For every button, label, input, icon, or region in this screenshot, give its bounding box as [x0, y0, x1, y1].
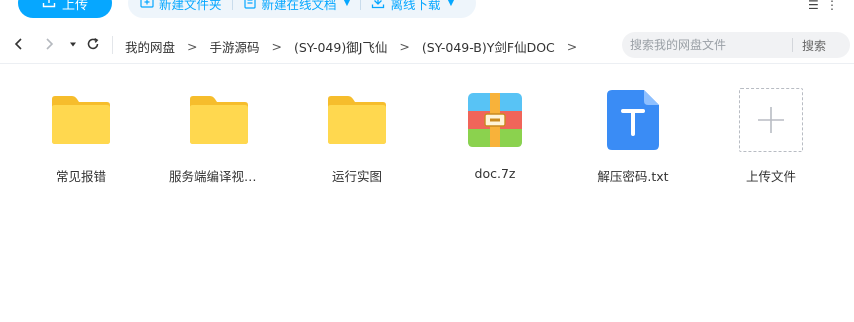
- chevron-left-icon: [12, 36, 26, 55]
- breadcrumb-separator: >: [566, 39, 578, 54]
- text-file-icon: [601, 88, 665, 152]
- toolbar-actions: 新建文件夹 新建在线文档 ▼ 离线下载 ▼: [128, 0, 476, 18]
- file-name: doc.7z: [474, 166, 516, 181]
- history-dropdown[interactable]: [64, 36, 82, 54]
- breadcrumb-separator: >: [187, 39, 198, 54]
- toolbar: 上传 新建文件夹 新建在线文档 ▼ 离线下载 ▼ ☰ ⋮: [0, 0, 854, 20]
- upload-icon: [42, 0, 56, 12]
- offline-download-button[interactable]: 离线下载 ▼: [371, 0, 454, 13]
- plus-icon: [739, 88, 803, 152]
- breadcrumb: 我的网盘 > 手游源码 > (SY-049)御J飞仙 > (SY-049-B)Y…: [125, 37, 589, 56]
- caret-down-icon: [66, 36, 80, 55]
- sort-icon[interactable]: ☰: [808, 0, 819, 12]
- nav-divider: [112, 36, 113, 54]
- file-item-folder[interactable]: 常见报错: [16, 88, 146, 198]
- search-input[interactable]: [622, 32, 792, 58]
- toolbar-divider: [360, 0, 362, 10]
- file-item-folder[interactable]: 服务端编译视频教程: [154, 88, 284, 198]
- forward-button[interactable]: [40, 36, 58, 54]
- document-icon: [243, 0, 257, 12]
- breadcrumb-item-sy049b-doc[interactable]: (SY-049-B)Y剑F仙DOC: [422, 37, 555, 56]
- file-name: 运行实图: [331, 169, 382, 184]
- upload-button-label: 上传: [61, 0, 88, 13]
- file-item-text[interactable]: 解压密码.txt: [568, 88, 698, 198]
- more-icon[interactable]: ⋮: [826, 0, 838, 12]
- file-item-archive[interactable]: doc.7z: [430, 88, 560, 198]
- breadcrumb-separator: >: [399, 39, 410, 54]
- search-divider: [792, 38, 793, 52]
- new-online-doc-label: 新建在线文档: [261, 0, 337, 12]
- chevron-down-icon: ▼: [343, 0, 351, 8]
- folder-icon: [49, 88, 113, 152]
- file-item-folder[interactable]: 运行实图: [292, 88, 422, 198]
- upload-file-tile[interactable]: 上传文件: [706, 88, 836, 198]
- archive-icon: [463, 88, 527, 152]
- folder-icon: [325, 88, 389, 152]
- breadcrumb-item-sy049[interactable]: (SY-049)御J飞仙: [294, 37, 387, 56]
- new-folder-button[interactable]: 新建文件夹: [140, 0, 222, 13]
- breadcrumb-item-mobile-game-source[interactable]: 手游源码: [210, 37, 260, 56]
- offline-download-label: 离线下载: [390, 0, 441, 12]
- folder-icon: [187, 88, 251, 152]
- new-folder-label: 新建文件夹: [159, 0, 222, 12]
- file-name: 常见报错: [55, 169, 106, 184]
- chevron-down-icon: ▼: [447, 0, 455, 8]
- back-button[interactable]: [10, 36, 28, 54]
- file-name: 服务端编译视频教程: [169, 169, 269, 184]
- new-online-doc-button[interactable]: 新建在线文档 ▼: [243, 0, 351, 13]
- chevron-right-icon: [42, 36, 56, 55]
- search-button[interactable]: 搜索: [802, 37, 826, 54]
- refresh-button[interactable]: [84, 36, 102, 54]
- toolbar-divider: [231, 0, 233, 10]
- search-box: 搜索: [622, 32, 850, 58]
- breadcrumb-item-my-drive[interactable]: 我的网盘: [125, 37, 175, 56]
- upload-file-label: 上传文件: [745, 169, 796, 184]
- refresh-icon: [86, 36, 100, 55]
- navigation-bar: 我的网盘 > 手游源码 > (SY-049)御J飞仙 > (SY-049-B)Y…: [0, 26, 854, 64]
- breadcrumb-separator: >: [271, 39, 282, 54]
- download-icon: [371, 0, 385, 12]
- new-folder-icon: [140, 0, 154, 12]
- file-name: 解压密码.txt: [597, 169, 669, 184]
- upload-button[interactable]: 上传: [18, 0, 112, 18]
- file-grid: 常见报错 服务端编译视频教程 运行实图 doc.7z: [0, 70, 854, 200]
